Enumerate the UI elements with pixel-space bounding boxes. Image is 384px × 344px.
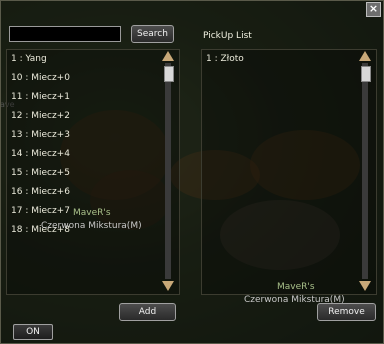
- player-name-tag: MaveR's: [73, 208, 111, 218]
- dropped-item-label[interactable]: Czerwona Mikstura(M): [41, 221, 142, 231]
- list-item[interactable]: 1 : Yang: [11, 54, 47, 64]
- scroll-thumb[interactable]: [361, 66, 371, 82]
- search-button[interactable]: Search: [131, 25, 174, 43]
- list-item[interactable]: 1 : Złoto: [206, 54, 244, 64]
- scroll-up-arrow-icon[interactable]: [162, 51, 174, 61]
- list-item[interactable]: 17 : Miecz+7: [11, 206, 70, 216]
- item-list: 1 : Yang 10 : Miecz+0 11 : Miecz+1 12 : …: [6, 49, 180, 295]
- remove-button[interactable]: Remove: [317, 303, 376, 321]
- list-item[interactable]: 12 : Miecz+2: [11, 111, 70, 121]
- scroll-down-arrow-icon[interactable]: [162, 281, 174, 291]
- item-list-scrollbar[interactable]: [162, 51, 174, 291]
- close-icon[interactable]: ×: [366, 2, 381, 17]
- list-item[interactable]: 15 : Miecz+5: [11, 168, 70, 178]
- add-button[interactable]: Add: [119, 303, 176, 321]
- search-input[interactable]: [9, 26, 121, 42]
- list-item[interactable]: 14 : Miecz+4: [11, 149, 70, 159]
- list-item[interactable]: 13 : Miecz+3: [11, 130, 70, 140]
- scroll-track[interactable]: [362, 63, 368, 279]
- pickup-list-title: PickUp List: [203, 31, 252, 41]
- list-item[interactable]: 16 : Miecz+6: [11, 187, 70, 197]
- list-item[interactable]: 10 : Miecz+0: [11, 73, 70, 83]
- scroll-track[interactable]: [165, 63, 171, 279]
- scroll-down-arrow-icon[interactable]: [359, 281, 371, 291]
- scroll-thumb[interactable]: [164, 66, 174, 82]
- pickup-filter-window: × Search PickUp List 1 : Yang 10 : Miecz…: [0, 0, 384, 344]
- pickup-list-scrollbar[interactable]: [359, 51, 371, 291]
- pickup-list: 1 : Złoto: [201, 49, 377, 295]
- scroll-up-arrow-icon[interactable]: [359, 51, 371, 61]
- list-item[interactable]: 11 : Miecz+1: [11, 92, 70, 102]
- player-name-tag: MaveR's: [277, 282, 315, 292]
- on-toggle-button[interactable]: ON: [13, 324, 53, 340]
